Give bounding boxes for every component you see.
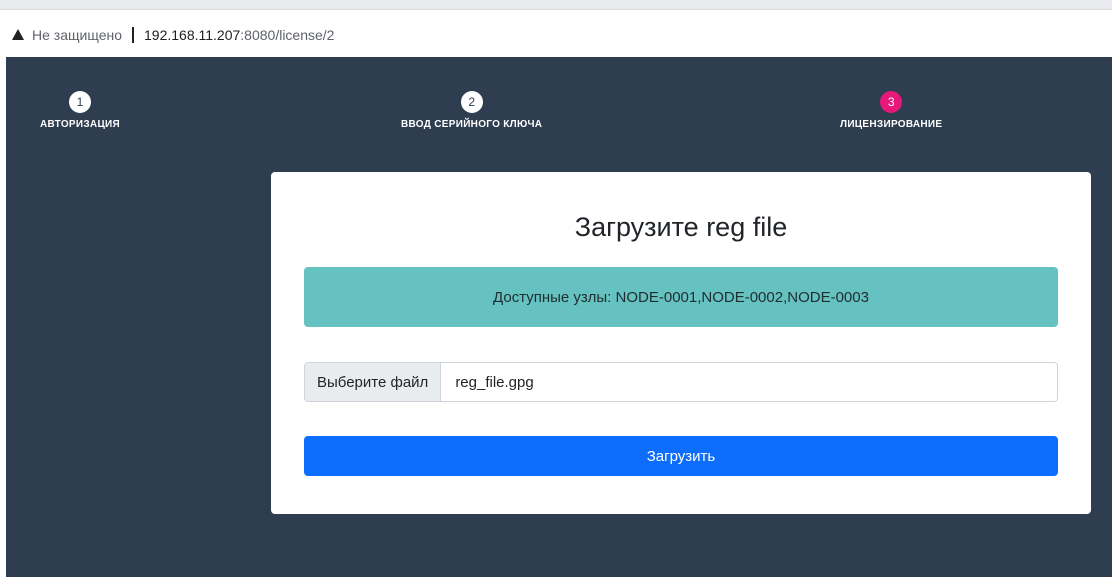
browser-tab-strip [0,0,1112,10]
address-bar[interactable]: Не защищено 192.168.11.207:8080/license/… [0,18,1112,52]
available-nodes-alert: Доступные узлы: NODE-0001,NODE-0002,NODE… [304,267,1058,327]
step-label: АВТОРИЗАЦИЯ [40,119,121,130]
step-label: ЛИЦЕНЗИРОВАНИЕ [840,119,943,130]
step-licensing: 3 ЛИЦЕНЗИРОВАНИЕ [840,91,942,130]
choose-file-button[interactable]: Выберите файл [305,363,442,401]
upload-button[interactable]: Загрузить [304,436,1058,476]
url-host[interactable]: 192.168.11.207 [144,27,240,43]
step-number: 1 [69,91,92,113]
step-number: 2 [460,91,483,113]
step-serial-key: 2 ВВОД СЕРИЙНОГО КЛЮЧА [401,91,542,130]
step-number: 3 [880,91,903,113]
alert-text: Доступные узлы: NODE-0001,NODE-0002,NODE… [493,288,869,306]
warning-icon[interactable] [12,29,24,40]
upload-card: Загрузите reg file Доступные узлы: NODE-… [271,172,1091,514]
step-authorization: 1 АВТОРИЗАЦИЯ [40,91,120,130]
security-label[interactable]: Не защищено [32,27,122,43]
page-title: Загрузите reg file [574,212,788,242]
url-path[interactable]: :8080/license/2 [240,27,334,43]
step-label: ВВОД СЕРИЙНОГО КЛЮЧА [401,119,543,130]
file-input[interactable]: Выберите файл reg_file.gpg [304,362,1058,402]
selected-file-name: reg_file.gpg [455,373,534,391]
address-separator [132,27,134,43]
app-container: 1 АВТОРИЗАЦИЯ 2 ВВОД СЕРИЙНОГО КЛЮЧА 3 Л… [6,57,1112,577]
